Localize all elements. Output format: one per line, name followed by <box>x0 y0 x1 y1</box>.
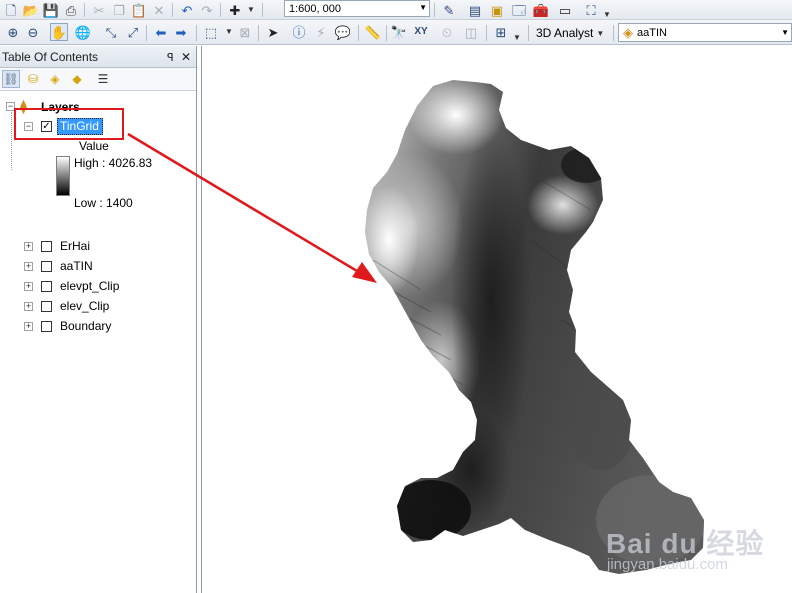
expand-erhai-icon[interactable]: + <box>24 242 33 251</box>
html-popup-icon[interactable]: 💬 <box>334 23 352 41</box>
toolbar-options-dropdown-2[interactable]: ▼ <box>512 29 522 47</box>
elevation-surface <box>365 80 704 574</box>
active-layer-combo[interactable]: ◈ aaTIN ▼ <box>618 23 792 42</box>
arctoolbox-icon[interactable]: 🧰 <box>532 1 550 19</box>
identify-icon[interactable]: ⓘ <box>290 23 308 41</box>
tingrid-raster <box>365 80 704 574</box>
full-extent-icon[interactable]: 🌐 <box>74 23 92 41</box>
time-slider-icon[interactable]: ⏲ <box>438 23 456 41</box>
fixed-zoom-in-icon[interactable]: ⤡ <box>102 23 120 41</box>
find-icon[interactable]: 🔭 <box>390 23 408 41</box>
save-icon[interactable]: 💾 <box>42 1 60 19</box>
select-elements-icon[interactable]: ➤ <box>264 23 282 41</box>
cut-icon[interactable]: ✂ <box>90 1 108 19</box>
fixed-zoom-out-icon[interactable]: ⤢ <box>124 23 142 41</box>
tin-layer-icon: ◈ <box>623 24 633 40</box>
add-data-dropdown[interactable]: ▼ <box>242 1 260 19</box>
list-by-drawing-order-icon[interactable]: ⛓ <box>2 70 20 88</box>
expand-boundary-icon[interactable]: + <box>24 322 33 331</box>
measure-icon[interactable]: 📏 <box>364 23 382 41</box>
zoom-in-icon[interactable]: ⊕ <box>4 23 22 41</box>
layer-boundary-label[interactable]: Boundary <box>60 319 111 333</box>
table-icon[interactable]: ▤ <box>466 1 484 19</box>
model-builder-icon[interactable]: ⛶ <box>582 1 600 19</box>
tree-line <box>11 112 12 170</box>
copy-icon[interactable]: ❐ <box>110 1 128 19</box>
erhai-visibility-checkbox[interactable] <box>41 241 52 252</box>
3d-analyst-label: 3D Analyst <box>536 26 594 40</box>
expand-aatin-icon[interactable]: + <box>24 262 33 271</box>
annotation-highlight-box <box>14 108 124 140</box>
active-layer-value: aaTIN <box>637 26 667 39</box>
expand-elevpt-clip-icon[interactable]: + <box>24 282 33 291</box>
elevpt-clip-visibility-checkbox[interactable] <box>41 281 52 292</box>
pan-icon[interactable]: ✋ <box>50 23 68 41</box>
print-icon[interactable]: ⎙ <box>62 1 80 19</box>
boundary-visibility-checkbox[interactable] <box>41 321 52 332</box>
chevron-down-icon: ▼ <box>596 28 605 38</box>
toolbar-separator <box>613 25 614 41</box>
list-by-visibility-icon[interactable]: ◈ <box>46 70 64 88</box>
layer-erhai-label[interactable]: ErHai <box>60 239 90 253</box>
delete-icon[interactable]: ✕ <box>150 1 168 19</box>
list-by-selection-icon[interactable]: ◆ <box>68 70 86 88</box>
legend-low-label: Low : 1400 <box>74 196 133 210</box>
new-document-icon[interactable]: 🗋 <box>2 1 20 19</box>
paste-icon[interactable]: 📋 <box>130 1 148 19</box>
chevron-down-icon[interactable]: ▼ <box>419 3 427 12</box>
toc-toolbar: ⛓ ⛁ ◈ ◆ ☰ <box>0 68 196 91</box>
options-icon[interactable]: ☰ <box>94 70 112 88</box>
layer-tree: − ⧫ Layers − ✓ TinGrid Value High : 4026… <box>0 92 196 592</box>
pin-icon[interactable]: ꟼ <box>167 51 174 64</box>
elevation-color-ramp <box>56 156 70 196</box>
list-by-source-icon[interactable]: ⛁ <box>24 70 42 88</box>
standard-toolbar: 🗋 📂 💾 ⎙ ✂ ❐ 📋 ✕ ↶ ↷ ✚ ▼ 1:600, 000 ▼ ✎ ▤… <box>0 0 792 20</box>
clear-selection-icon[interactable]: ⊠ <box>236 23 254 41</box>
toc-header: Table Of Contents ꟼ ✕ <box>0 46 196 68</box>
go-to-xy-icon[interactable]: XY <box>412 23 430 41</box>
chevron-down-icon[interactable]: ▼ <box>781 28 789 37</box>
zoom-out-icon[interactable]: ⊖ <box>24 23 42 41</box>
close-icon[interactable]: ✕ <box>181 50 191 64</box>
aatin-visibility-checkbox[interactable] <box>41 261 52 272</box>
undo-icon[interactable]: ↶ <box>178 1 196 19</box>
hyperlink-icon[interactable]: ⚡ <box>312 23 330 41</box>
elev-clip-visibility-checkbox[interactable] <box>41 301 52 312</box>
python-icon[interactable]: ▭ <box>556 1 574 19</box>
redo-icon[interactable]: ↷ <box>198 1 216 19</box>
legend-field-label: Value <box>79 139 109 153</box>
open-folder-icon[interactable]: 📂 <box>22 1 40 19</box>
editor-toolbar-icon[interactable]: ✎ <box>440 1 458 19</box>
search-window-icon[interactable]: 🗔 <box>510 1 528 19</box>
layer-elev-clip-label[interactable]: elev_Clip <box>60 299 109 313</box>
catalog-icon[interactable]: ▣ <box>488 1 506 19</box>
layer-elevpt-clip-label[interactable]: elevpt_Clip <box>60 279 119 293</box>
map-scale-combo[interactable]: 1:600, 000 ▼ <box>284 0 430 17</box>
layer-aatin-label[interactable]: aaTIN <box>60 259 93 273</box>
map-scale-value: 1:600, 000 <box>289 2 341 15</box>
select-features-icon[interactable]: ⬚ <box>202 23 220 41</box>
3d-analyst-menu[interactable]: 3D Analyst ▼ <box>536 24 604 42</box>
map-view[interactable]: Bai du 经验 jingyan.baidu.com <box>201 46 792 593</box>
legend-high-label: High : 4026.83 <box>74 156 153 170</box>
toc-title: Table Of Contents <box>2 49 99 64</box>
create-viewer-window-icon[interactable]: ◫ <box>462 23 480 41</box>
forward-extent-icon[interactable]: ➡ <box>172 23 190 41</box>
expand-elev-clip-icon[interactable]: + <box>24 302 33 311</box>
back-extent-icon[interactable]: ⬅ <box>152 23 170 41</box>
magnifier-icon[interactable]: ⊞ <box>492 23 510 41</box>
watermark-url: jingyan.baidu.com <box>607 556 728 573</box>
